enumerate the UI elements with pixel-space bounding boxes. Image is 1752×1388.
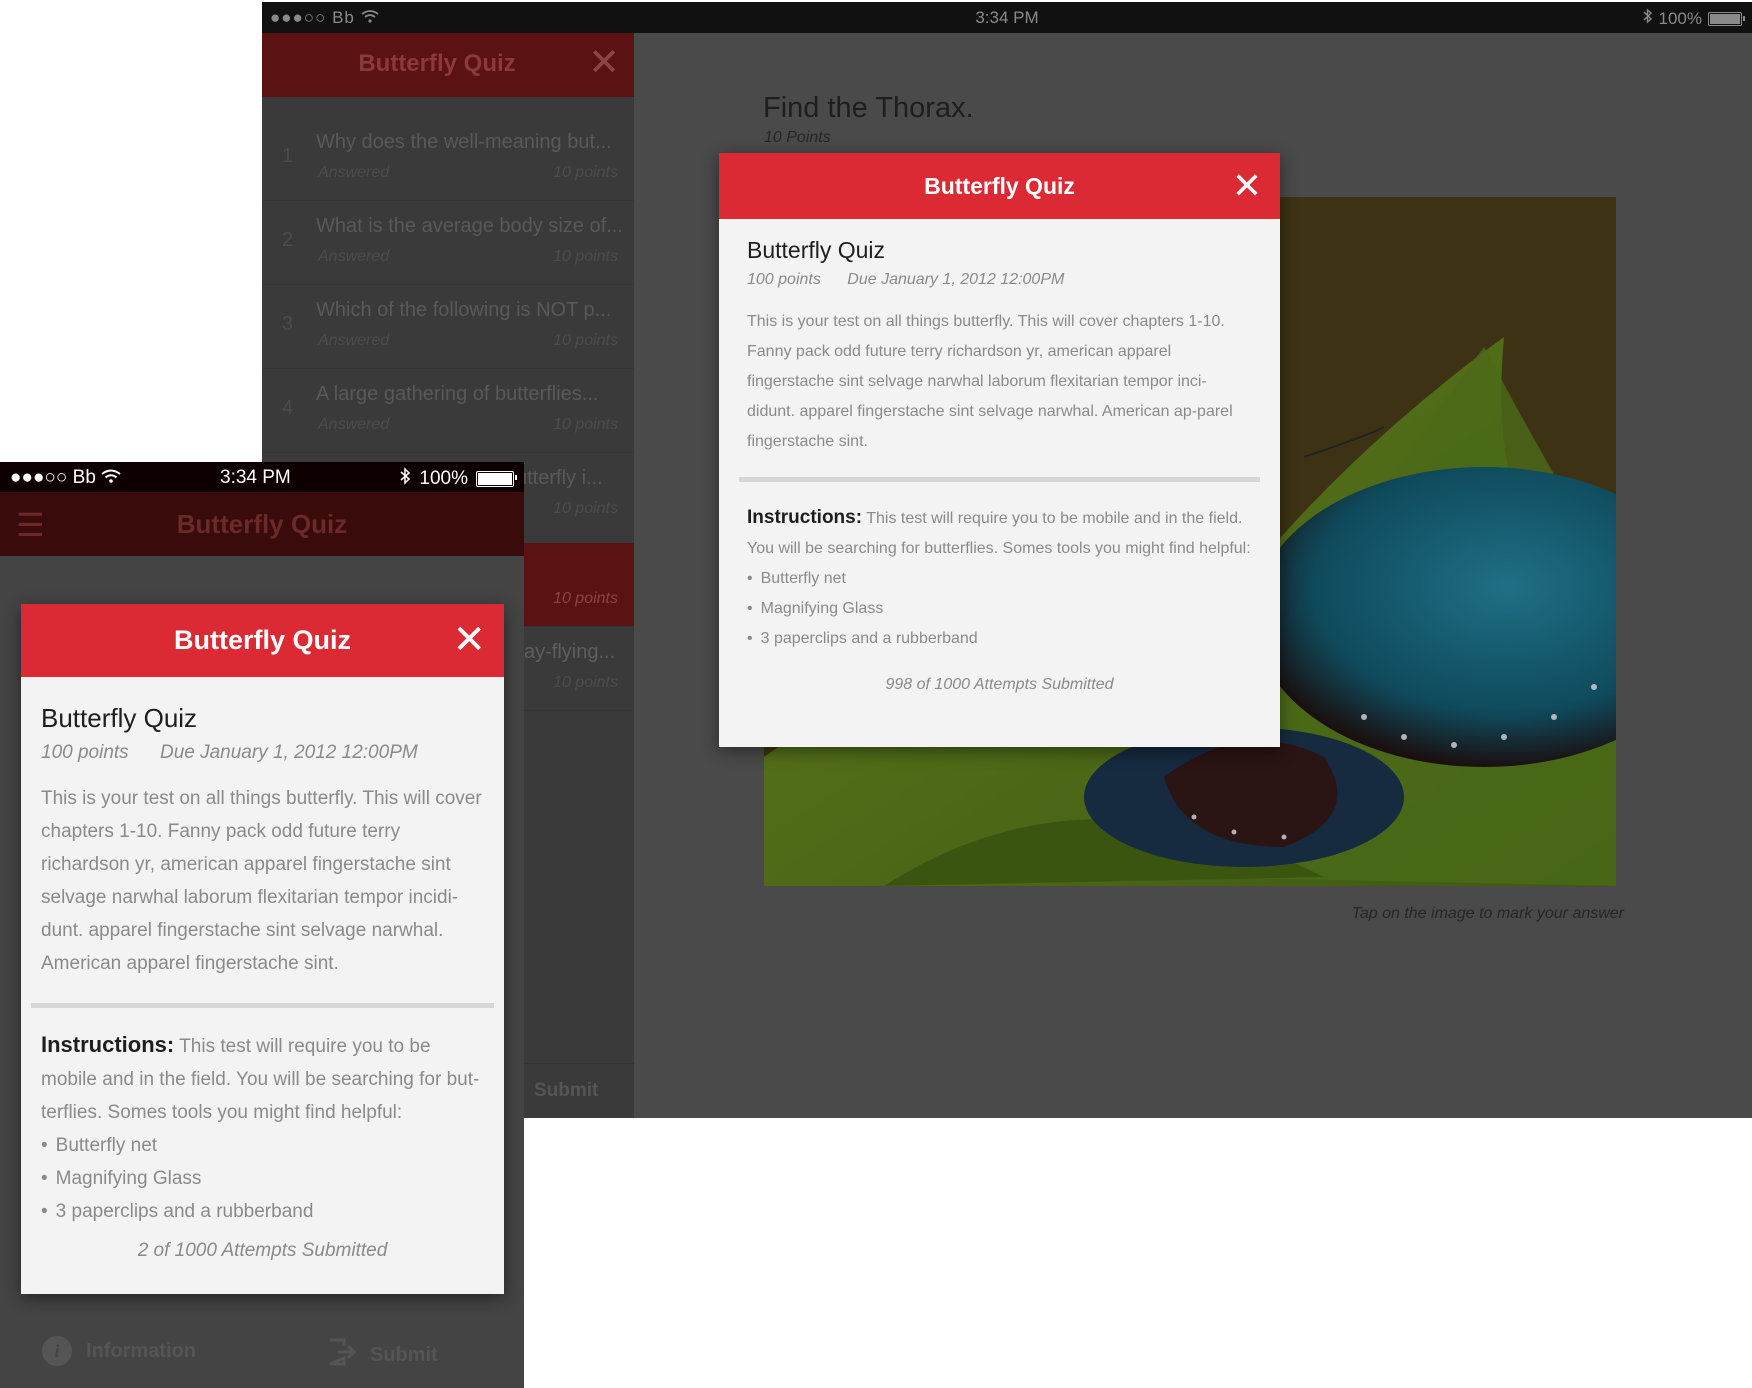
quiz-instructions: Instructions: This test will require you…	[747, 503, 1252, 564]
question-points: 10 points	[553, 590, 618, 607]
sidebar-title: Butterfly Quiz	[358, 50, 516, 77]
quiz-description: This is your test on all things butterfl…	[747, 313, 1233, 450]
question-number: 4	[282, 397, 294, 419]
battery-percent: 100%	[1658, 8, 1702, 28]
attempts-count: 998 of 1000 Attempts Submitted	[885, 676, 1114, 693]
question-text: ay-flying...	[524, 641, 616, 663]
modal-body: Butterfly Quiz 100 points Due January 1,…	[719, 219, 1280, 694]
quiz-points: 100 points	[41, 742, 129, 763]
quiz-title: Butterfly Quiz	[41, 703, 198, 733]
status-right: 100%	[1643, 8, 1745, 29]
instructions-label: Instructions:	[747, 507, 863, 528]
modal-header-title: Butterfly Quiz	[924, 173, 1075, 199]
tab-label: Submit	[370, 1343, 438, 1366]
question-points: 10 points	[553, 248, 618, 265]
sidebar-header: Butterfly Quiz ✕	[262, 33, 634, 97]
question-status: Answered	[318, 248, 390, 265]
phone-status-bar: ●●●○○ Bb 3:34 PM 100%	[0, 462, 524, 492]
list-item: 3 paperclips and a rubberband	[41, 1195, 484, 1228]
quiz-info-modal-tablet: Butterfly Quiz ✕ Butterfly Quiz 100 poin…	[719, 153, 1280, 747]
quiz-title: Butterfly Quiz	[747, 237, 886, 263]
question-points: 10 points	[553, 416, 618, 433]
question-number: 3	[282, 313, 294, 335]
question-title: Find the Thorax.	[763, 92, 974, 124]
close-icon[interactable]: ✕	[452, 619, 486, 661]
tab-label: Information	[86, 1339, 196, 1362]
question-points: 10 points	[553, 332, 618, 349]
question-item[interactable]: 3 Which of the following is NOT p... Ans…	[262, 285, 634, 369]
quiz-points: 100 points	[747, 271, 821, 288]
battery-icon	[1708, 11, 1745, 26]
modal-header: Butterfly Quiz ✕	[719, 153, 1280, 219]
list-item: Magnifying Glass	[747, 594, 1252, 624]
question-number: 1	[282, 145, 294, 167]
tools-list: Butterfly net Magnifying Glass 3 papercl…	[747, 564, 1252, 654]
modal-header-title: Butterfly Quiz	[173, 625, 351, 655]
phone-nav-bar: ☰ Butterfly Quiz	[0, 492, 524, 556]
quiz-info-modal-phone: Butterfly Quiz ✕ Butterfly Quiz 100 poin…	[21, 604, 504, 1294]
tablet-status-bar: ●●●○○ Bb 3:34 PM 100%	[262, 2, 1752, 33]
nav-title: Butterfly Quiz	[176, 509, 348, 539]
wifi-icon	[101, 467, 121, 488]
list-item: Butterfly net	[747, 564, 1252, 594]
divider	[31, 1003, 494, 1008]
quiz-instructions: Instructions: This test will require you…	[41, 1028, 484, 1129]
image-hint: Tap on the image to mark your answer	[1351, 905, 1624, 922]
question-points-label: 10 Points	[764, 129, 831, 146]
submit-button[interactable]: Submit	[534, 1080, 598, 1102]
tab-submit[interactable]: Submit	[326, 1336, 438, 1374]
question-text: A large gathering of butterflies...	[316, 383, 599, 405]
quiz-due-date: Due January 1, 2012 12:00PM	[847, 271, 1065, 288]
carrier-text: ●●●○○ Bb	[10, 467, 96, 488]
question-points: 10 points	[553, 164, 618, 181]
question-text: Why does the well-meaning but...	[316, 131, 612, 153]
quiz-description: This is your test on all things butterfl…	[41, 788, 482, 974]
status-time: 3:34 PM	[220, 467, 291, 488]
question-status: Answered	[318, 332, 390, 349]
phone-screen: ●●●○○ Bb 3:34 PM 100% ☰ Butterfly Quiz i…	[0, 462, 524, 1388]
question-status: Answered	[318, 416, 390, 433]
modal-body: Butterfly Quiz 100 points Due January 1,…	[21, 677, 504, 1262]
tab-information[interactable]: i Information	[42, 1336, 196, 1366]
tools-list: Butterfly net Magnifying Glass 3 papercl…	[41, 1129, 484, 1228]
modal-header: Butterfly Quiz ✕	[21, 604, 504, 677]
question-status: Answered	[318, 164, 390, 181]
battery-percent: 100%	[419, 468, 468, 489]
attempts-count: 2 of 1000 Attempts Submitted	[137, 1240, 388, 1261]
question-points: 10 points	[553, 500, 618, 517]
carrier-signal: ●●●○○ Bb	[10, 467, 121, 489]
quiz-due-date: Due January 1, 2012 12:00PM	[159, 742, 418, 763]
battery-icon	[476, 471, 517, 487]
question-text: utterfly i...	[516, 467, 603, 489]
status-right: 100%	[400, 467, 517, 491]
bluetooth-icon	[400, 467, 411, 491]
list-item: Magnifying Glass	[41, 1162, 484, 1195]
phone-tab-bar: i Information Submit	[0, 1312, 524, 1388]
question-item[interactable]: 1 Why does the well-meaning but... Answe…	[262, 117, 634, 201]
question-item[interactable]: 4 A large gathering of butterflies... An…	[262, 369, 634, 453]
list-item: Butterfly net	[41, 1129, 484, 1162]
question-text: What is the average body size of...	[316, 215, 621, 237]
submit-icon	[326, 1336, 357, 1374]
info-icon: i	[42, 1336, 72, 1366]
list-item: 3 paperclips and a rubberband	[747, 624, 1252, 654]
quiz-meta: 100 points Due January 1, 2012 12:00PM	[747, 271, 1252, 289]
quiz-meta: 100 points Due January 1, 2012 12:00PM	[41, 742, 484, 764]
close-icon[interactable]: ✕	[1232, 166, 1262, 206]
divider	[739, 477, 1260, 482]
status-time: 3:34 PM	[975, 8, 1039, 27]
close-icon[interactable]: ✕	[588, 43, 620, 83]
question-number: 2	[282, 229, 294, 251]
question-points: 10 points	[553, 674, 618, 691]
question-item[interactable]: 2 What is the average body size of... An…	[262, 201, 634, 285]
bluetooth-icon	[1643, 8, 1653, 29]
instructions-label: Instructions:	[41, 1032, 175, 1057]
question-text: Which of the following is NOT p...	[316, 299, 612, 321]
